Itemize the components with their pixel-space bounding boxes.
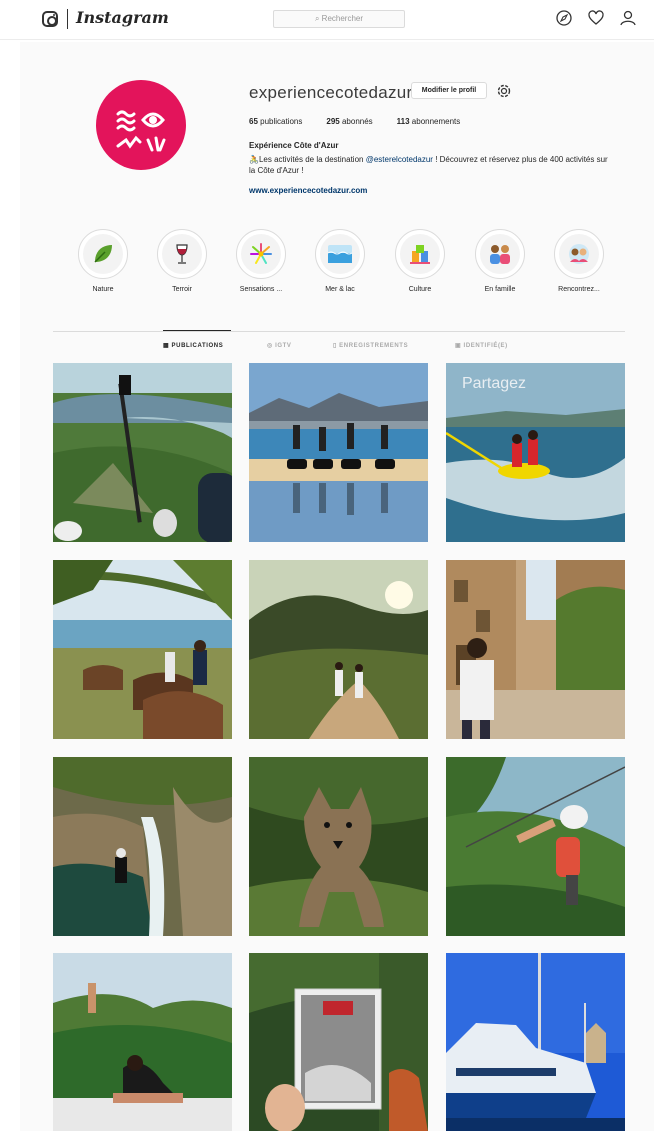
profile-username: experiencecotedazur <box>249 83 413 102</box>
search-input[interactable]: ⌕ Rechercher <box>273 10 405 28</box>
highlight-terroir[interactable]: Terroir <box>152 229 212 293</box>
logo-divider <box>67 9 68 29</box>
top-nav-bar: Instagram ⌕ Rechercher <box>0 0 654 40</box>
fireworks-icon <box>241 234 281 274</box>
post-book-hand[interactable] <box>249 953 428 1131</box>
post-canyoning[interactable] <box>53 757 232 936</box>
highlight-label: En famille <box>484 286 516 293</box>
search-icon: ⌕ <box>314 14 322 23</box>
following-count[interactable]: 113 abonnements <box>397 117 461 126</box>
highlight-sensations[interactable]: Sensations ... <box>231 229 291 293</box>
profile-website-link[interactable]: www.experiencecotedazur.com <box>249 186 367 195</box>
highlight-label: Sensations ... <box>239 286 283 293</box>
family-icon <box>480 234 520 274</box>
highlight-label: Mer & lac <box>325 286 355 293</box>
profile-stats: 65 publications 295 abonnés 113 abonneme… <box>249 117 484 126</box>
highlight-label: Nature <box>92 286 114 293</box>
bio-full-name: Expérience Côte d'Azur <box>249 141 339 150</box>
search-placeholder: Rechercher <box>321 14 364 23</box>
post-tube-ride[interactable]: Partagez <box>446 363 625 542</box>
highlight-label: Terroir <box>172 286 192 293</box>
activity-heart-icon[interactable] <box>587 9 605 27</box>
post-overlay-text: Partagez <box>462 375 526 392</box>
tabs-divider <box>53 331 625 332</box>
water-icon <box>320 234 360 274</box>
profile-avatar[interactable] <box>96 80 186 170</box>
post-wolf[interactable] <box>249 757 428 936</box>
edit-profile-button[interactable]: Modifier le profil <box>411 82 487 99</box>
active-tab-indicator <box>163 330 231 331</box>
grid-icon: ▦ <box>163 343 172 349</box>
instagram-wordmark[interactable]: Instagram <box>76 8 169 27</box>
highlight-en-famille[interactable]: En famille <box>470 229 530 293</box>
instagram-camera-icon[interactable] <box>42 11 58 27</box>
wine-glass-icon <box>162 234 202 274</box>
highlight-rencontrez[interactable]: Rencontrez... <box>549 229 609 293</box>
bike-emoji-icon: 🚴 <box>249 155 259 164</box>
posts-count[interactable]: 65 publications <box>249 117 302 126</box>
leaf-icon <box>83 234 123 274</box>
post-segway-beach[interactable] <box>249 363 428 542</box>
highlight-mer-lac[interactable]: Mer & lac <box>310 229 370 293</box>
post-hikers-sunset[interactable] <box>249 560 428 739</box>
highlight-culture[interactable]: Culture <box>390 229 450 293</box>
settings-gear-icon[interactable] <box>496 83 512 99</box>
post-village-street[interactable] <box>446 560 625 739</box>
bio-mention-link[interactable]: @esterelcotedazur <box>366 155 433 164</box>
bio-text: 🚴Les activités de la destination @estere… <box>249 155 608 175</box>
post-selfie-stick-valley[interactable] <box>53 363 232 542</box>
highlight-nature[interactable]: Nature <box>73 229 133 293</box>
post-zipline[interactable] <box>446 757 625 936</box>
profile-user-icon[interactable] <box>619 9 637 27</box>
tab-publications[interactable]: ▦ PUBLICATIONS <box>163 342 223 349</box>
followers-count[interactable]: 295 abonnés <box>326 117 372 126</box>
highlight-label: Culture <box>408 286 432 293</box>
castle-icon <box>400 234 440 274</box>
post-yoga[interactable] <box>53 953 232 1131</box>
tab-identifie[interactable]: ▣ IDENTIFIÉ(E) <box>455 342 508 349</box>
brand-logo-icon <box>116 110 166 152</box>
people-icon <box>559 234 599 274</box>
post-horse-riding[interactable] <box>53 560 232 739</box>
explore-compass-icon[interactable] <box>555 9 573 27</box>
post-boat-harbor[interactable] <box>446 953 625 1131</box>
tv-icon: ◎ <box>267 343 276 349</box>
tab-igtv[interactable]: ◎ IGTV <box>267 342 292 349</box>
highlight-label: Rencontrez... <box>558 286 600 293</box>
tab-enregistrements[interactable]: ▯ ENREGISTREMENTS <box>333 342 408 349</box>
tag-icon: ▣ <box>455 343 464 349</box>
